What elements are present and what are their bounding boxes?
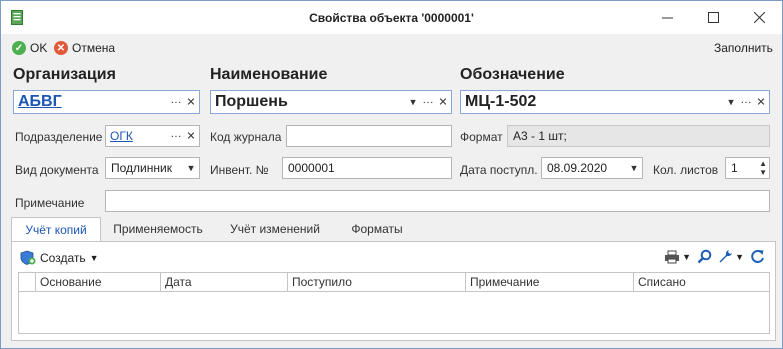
journal-code-input[interactable] bbox=[286, 125, 452, 147]
doc-type-value: Подлинник bbox=[111, 161, 172, 175]
maximize-icon bbox=[707, 12, 719, 23]
cancel-button[interactable]: ✕ Отмена bbox=[54, 39, 115, 57]
maximize-button[interactable] bbox=[690, 1, 736, 34]
organization-field[interactable]: АБВГ ··· ✕ bbox=[13, 90, 200, 114]
properties-window: Свойства объекта '0000001' ✓ OK ✕ Отмена… bbox=[0, 0, 783, 349]
tab-label: Учёт изменений bbox=[230, 222, 320, 236]
cancel-label: Отмена bbox=[72, 41, 116, 55]
note-label: Примечание bbox=[15, 196, 85, 210]
chevron-down-icon: ▼ bbox=[735, 251, 744, 262]
clear-icon[interactable]: ✕ bbox=[755, 96, 767, 109]
receipt-date-field[interactable]: 08.09.2020 ▾ bbox=[541, 157, 643, 179]
search-icon[interactable] bbox=[697, 249, 712, 264]
stepper-up-icon[interactable]: ▲ bbox=[759, 159, 767, 168]
more-icon[interactable]: ··· bbox=[740, 96, 752, 108]
journal-code-label: Код журнала bbox=[210, 130, 282, 144]
copies-grid[interactable]: Основание Дата Поступило Примечание Спис… bbox=[18, 272, 770, 334]
close-window-button[interactable] bbox=[736, 1, 782, 34]
create-button[interactable]: Создать ▼ bbox=[20, 250, 99, 265]
department-value[interactable]: ОГК bbox=[110, 129, 133, 143]
tab-label: Применяемость bbox=[113, 222, 203, 236]
ok-label: OK bbox=[30, 41, 48, 55]
column-header[interactable]: Дата bbox=[160, 273, 287, 292]
inventory-value: 0000001 bbox=[288, 161, 335, 175]
dropdown-icon[interactable]: ▾ bbox=[725, 96, 737, 109]
designation-value: МЦ-1-502 bbox=[465, 93, 537, 110]
clear-icon[interactable]: ✕ bbox=[437, 96, 449, 109]
column-header[interactable]: Списано bbox=[633, 273, 769, 292]
more-icon[interactable]: ··· bbox=[170, 130, 182, 142]
note-input[interactable] bbox=[105, 190, 770, 212]
name-value: Поршень bbox=[215, 93, 288, 110]
clear-icon[interactable]: ✕ bbox=[185, 130, 197, 143]
sheet-count-stepper[interactable]: 1 ▲ ▼ bbox=[725, 157, 770, 179]
inventory-input[interactable]: 0000001 bbox=[282, 157, 452, 179]
dropdown-icon[interactable]: ▾ bbox=[185, 162, 197, 175]
refresh-icon[interactable] bbox=[750, 249, 765, 264]
minimize-button[interactable] bbox=[644, 1, 690, 34]
chevron-down-icon: ▼ bbox=[89, 252, 99, 263]
checkmark-icon: ✓ bbox=[12, 41, 26, 55]
tab-changes[interactable]: Учёт изменений bbox=[215, 217, 335, 241]
dropdown-icon[interactable]: ▾ bbox=[407, 96, 419, 109]
name-field[interactable]: Поршень ▾ ··· ✕ bbox=[210, 90, 452, 114]
sheet-count-value: 1 bbox=[731, 161, 738, 175]
tab-applicability[interactable]: Применяемость bbox=[103, 217, 213, 241]
column-header[interactable]: Основание bbox=[35, 273, 160, 292]
copies-panel: Создать ▼ ▼ ▼ Основание Дата Поступило П… bbox=[11, 241, 776, 341]
tab-bar: Учёт копий Применяемость Учёт изменений … bbox=[11, 217, 776, 242]
designation-field[interactable]: МЦ-1-502 ▾ ··· ✕ bbox=[460, 90, 770, 114]
more-icon[interactable]: ··· bbox=[170, 96, 182, 108]
stepper-down-icon[interactable]: ▼ bbox=[759, 168, 767, 177]
name-label: Наименование bbox=[210, 66, 328, 83]
fill-label: Заполнить bbox=[714, 41, 773, 55]
tab-label: Учёт копий bbox=[25, 223, 87, 237]
designation-label: Обозначение bbox=[460, 66, 565, 83]
title-bar: Свойства объекта '0000001' bbox=[1, 1, 782, 34]
format-field: А3 - 1 шт; bbox=[507, 125, 770, 147]
organization-label: Организация bbox=[13, 66, 116, 83]
toolbar: ✓ OK ✕ Отмена Заполнить bbox=[1, 35, 782, 61]
receipt-date-label: Дата поступл. bbox=[460, 163, 538, 177]
tab-copies[interactable]: Учёт копий bbox=[11, 217, 101, 242]
sheet-count-label: Кол. листов bbox=[653, 163, 719, 177]
tab-formats[interactable]: Форматы bbox=[337, 217, 417, 241]
chevron-down-icon: ▼ bbox=[682, 251, 692, 262]
format-value: А3 - 1 шт; bbox=[513, 129, 567, 143]
column-header[interactable]: Поступило bbox=[287, 273, 465, 292]
clear-icon[interactable]: ✕ bbox=[185, 96, 197, 109]
format-label: Формат bbox=[460, 130, 503, 144]
receipt-date-value: 08.09.2020 bbox=[547, 161, 608, 175]
column-header[interactable]: Примечание bbox=[465, 273, 633, 292]
close-icon bbox=[753, 12, 765, 23]
create-label: Создать bbox=[40, 250, 86, 265]
department-label: Подразделение bbox=[15, 130, 103, 144]
inventory-label: Инвент. № bbox=[210, 163, 269, 177]
organization-value[interactable]: АБВГ bbox=[18, 93, 62, 111]
doc-type-select[interactable]: Подлинник ▾ bbox=[105, 157, 200, 179]
cancel-icon: ✕ bbox=[54, 41, 68, 55]
more-icon[interactable]: ··· bbox=[422, 96, 434, 108]
settings-button[interactable]: ▼ bbox=[718, 249, 744, 264]
fill-button[interactable]: Заполнить bbox=[714, 39, 773, 57]
tab-label: Форматы bbox=[351, 222, 403, 236]
doc-type-label: Вид документа bbox=[15, 163, 99, 177]
create-shield-icon bbox=[20, 250, 36, 265]
printer-icon bbox=[665, 250, 680, 263]
print-button[interactable]: ▼ bbox=[664, 250, 691, 264]
minimize-icon bbox=[661, 17, 673, 19]
department-field[interactable]: ОГК ··· ✕ bbox=[105, 125, 200, 147]
row-indicator-header bbox=[19, 273, 35, 292]
ok-button[interactable]: ✓ OK bbox=[12, 39, 47, 57]
wrench-icon bbox=[719, 250, 733, 263]
grid-header: Основание Дата Поступило Примечание Спис… bbox=[19, 273, 769, 292]
dropdown-icon[interactable]: ▾ bbox=[628, 162, 640, 175]
